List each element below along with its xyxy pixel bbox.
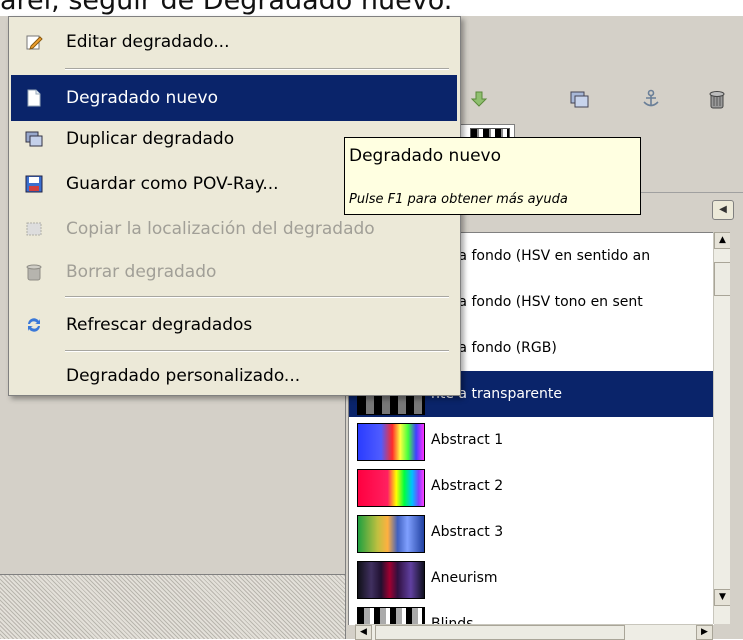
list-item[interactable]: Abstract 2	[349, 463, 714, 509]
gradient-label: Aneurism	[431, 570, 498, 586]
panel-menu-button[interactable]: ◀	[712, 200, 734, 220]
gradient-label: Abstract 2	[431, 478, 504, 494]
anchor-icon[interactable]	[638, 86, 664, 112]
window-border	[730, 232, 743, 639]
menu-separator	[65, 296, 449, 298]
menu-item-new-gradient[interactable]: Degradado nuevo	[11, 75, 457, 121]
list-item[interactable]: Abstract 1	[349, 417, 714, 463]
page-caption: arel, seguir de Degradado nuevo.	[0, 0, 453, 16]
list-item[interactable]: Blinds	[349, 601, 714, 625]
duplicate-icon	[25, 130, 43, 148]
duplicate-icon[interactable]	[567, 86, 593, 112]
gradient-label: Abstract 3	[431, 524, 504, 540]
save-povray-icon	[25, 175, 43, 193]
vertical-scrollbar[interactable]: ▲ ▼	[713, 232, 731, 624]
edit-icon	[25, 33, 43, 51]
list-item[interactable]: Aneurism	[349, 555, 714, 601]
gradient-swatch	[357, 561, 425, 599]
new-document-icon	[25, 89, 43, 107]
gradient-swatch	[357, 607, 425, 625]
gradient-label: nte a fondo (HSV en sentido an	[431, 248, 651, 264]
menu-separator	[65, 350, 449, 352]
gradient-swatch	[357, 515, 425, 553]
resize-grip[interactable]	[0, 575, 345, 639]
trash-icon	[25, 263, 43, 281]
tooltip-help: Pulse F1 para obtener más ayuda	[349, 192, 568, 207]
menu-item-custom-gradient[interactable]: Degradado personalizado...	[11, 358, 457, 394]
refresh-icon	[25, 316, 43, 334]
menu-item-edit-gradient[interactable]: Editar degradado...	[11, 19, 457, 65]
horizontal-scrollbar[interactable]: ◀ ▶	[355, 624, 713, 640]
list-item[interactable]: Abstract 3	[349, 509, 714, 555]
copy-location-icon	[25, 220, 43, 238]
menu-item-refresh-gradients[interactable]: Refrescar degradados	[11, 302, 457, 348]
hscroll-thumb[interactable]	[375, 625, 625, 640]
scroll-right-button[interactable]: ▶	[696, 625, 713, 640]
gradient-swatch	[357, 423, 425, 461]
tooltip: Degradado nuevo Pulse F1 para obtener má…	[344, 137, 641, 215]
gradient-swatch	[357, 469, 425, 507]
import-arrow-icon[interactable]	[466, 86, 492, 112]
scroll-left-button[interactable]: ◀	[355, 625, 372, 640]
tooltip-title: Degradado nuevo	[349, 146, 502, 166]
delete-icon[interactable]	[704, 86, 730, 112]
scroll-thumb[interactable]	[714, 262, 731, 296]
scroll-up-button[interactable]: ▲	[714, 232, 731, 249]
gradient-label: Abstract 1	[431, 432, 504, 448]
gradient-label: Blinds	[431, 616, 474, 625]
menu-item-delete-gradient[interactable]: Borrar degradado	[11, 249, 457, 295]
menu-separator	[65, 68, 449, 70]
scroll-down-button[interactable]: ▼	[714, 589, 731, 606]
gradient-label: nte a fondo (HSV tono en sent	[431, 294, 643, 310]
